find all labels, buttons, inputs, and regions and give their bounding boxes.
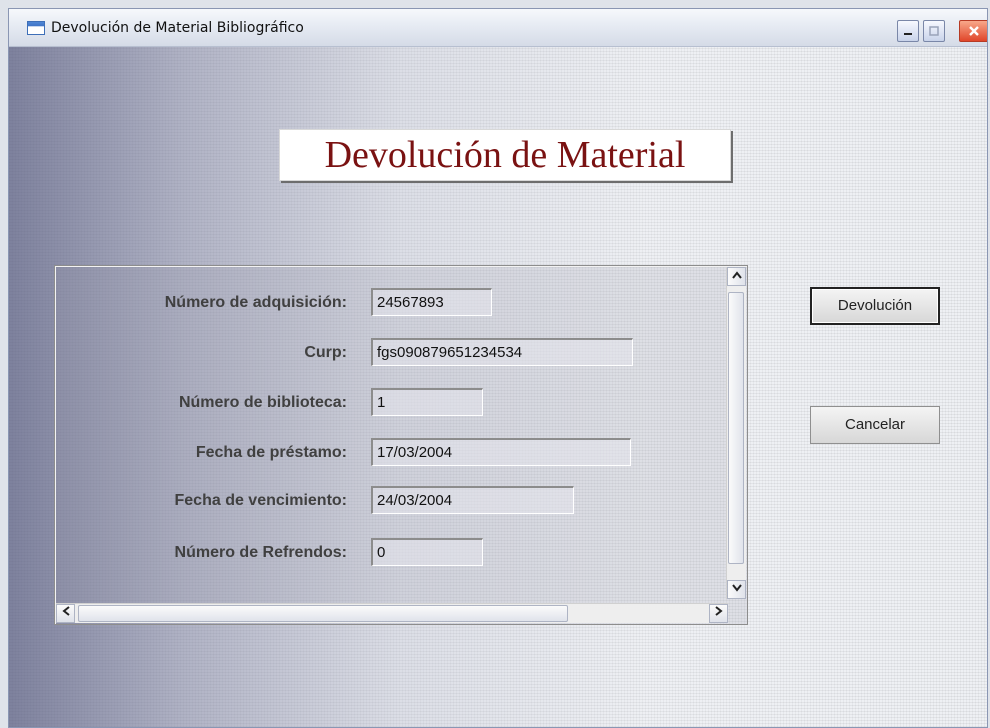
- window-title: Devolución de Material Bibliográfico: [51, 20, 304, 36]
- scroll-down-button[interactable]: [727, 580, 746, 599]
- numero-refrendos-label: Número de Refrendos:: [174, 544, 347, 561]
- numero-biblioteca-label: Número de biblioteca:: [178, 394, 347, 411]
- chevron-down-icon: [731, 584, 742, 592]
- chevron-right-icon: [714, 606, 723, 616]
- maximize-button[interactable]: [923, 20, 945, 42]
- curp-label: Curp:: [304, 344, 347, 361]
- window-app-icon: [27, 21, 45, 35]
- fecha-vencimiento-label: Fecha de vencimiento:: [174, 492, 348, 509]
- numero-adquisicion-label: Número de adquisición:: [164, 294, 347, 311]
- fecha-prestamo-label: Fecha de préstamo:: [195, 444, 347, 461]
- title-bar[interactable]: Devolución de Material Bibliográfico: [9, 9, 987, 47]
- maximize-icon: [929, 26, 939, 36]
- horizontal-scrollbar[interactable]: [56, 603, 728, 623]
- close-button[interactable]: [959, 20, 987, 42]
- numero-refrendos-field[interactable]: 0: [371, 538, 483, 566]
- form-panel: Número de adquisición: 24567893 Curp: fg…: [54, 265, 748, 625]
- fecha-vencimiento-field[interactable]: 24/03/2004: [371, 486, 574, 514]
- curp-field[interactable]: fgs090879651234534: [371, 338, 633, 366]
- window-content: Devolución de Material Número de adquisi…: [9, 47, 987, 727]
- close-icon: [969, 26, 979, 36]
- cancelar-button[interactable]: Cancelar: [810, 406, 940, 444]
- application-window: Devolución de Material Bibliográfico Dev…: [8, 8, 988, 728]
- scroll-right-button[interactable]: [709, 604, 728, 623]
- minimize-icon: [904, 33, 912, 35]
- numero-biblioteca-field[interactable]: 1: [371, 388, 483, 416]
- chevron-left-icon: [61, 606, 70, 616]
- minimize-button[interactable]: [897, 20, 919, 42]
- scroll-left-button[interactable]: [56, 604, 75, 623]
- page-title: Devolución de Material: [279, 129, 731, 181]
- vertical-scrollbar[interactable]: [726, 267, 746, 599]
- numero-adquisicion-field[interactable]: 24567893: [371, 288, 492, 316]
- fecha-prestamo-field[interactable]: 17/03/2004: [371, 438, 631, 466]
- horizontal-scroll-thumb[interactable]: [78, 605, 568, 622]
- devolucion-button[interactable]: Devolución: [810, 287, 940, 325]
- scroll-up-button[interactable]: [727, 267, 746, 286]
- chevron-up-icon: [731, 271, 742, 279]
- vertical-scroll-thumb[interactable]: [728, 292, 744, 564]
